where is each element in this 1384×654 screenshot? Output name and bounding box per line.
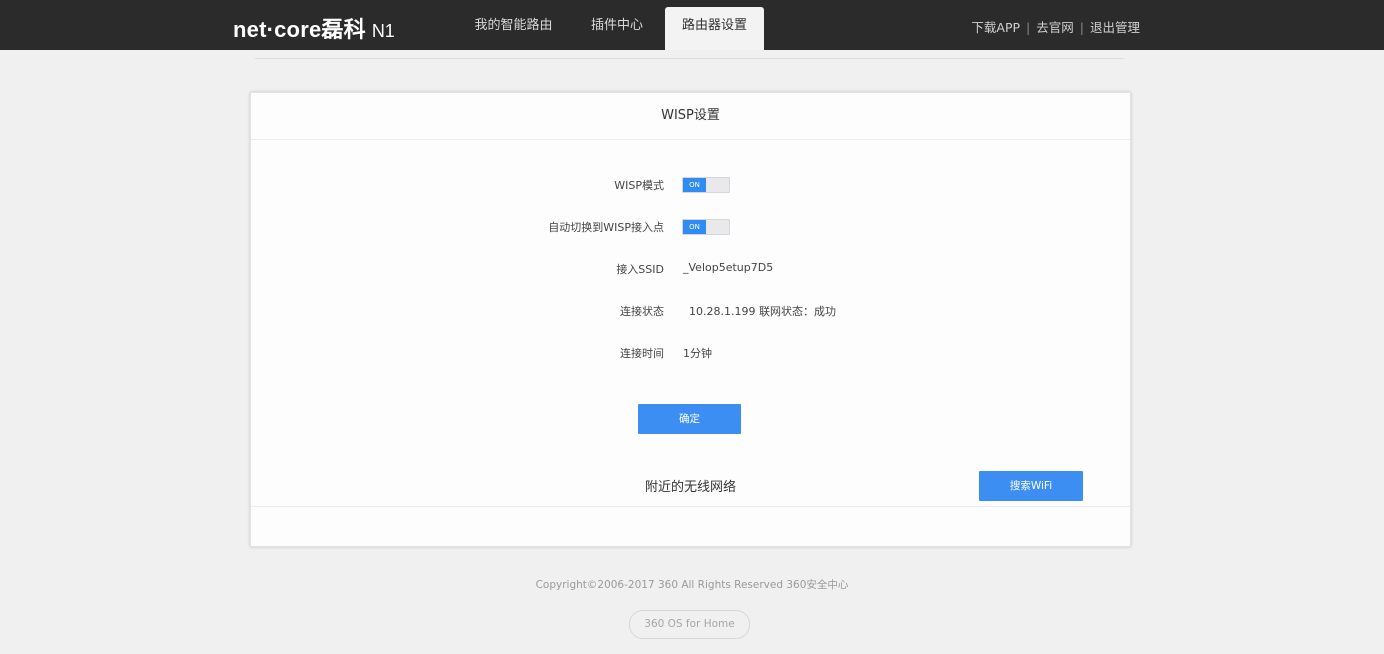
connection-status-label: 连接状态 — [620, 305, 664, 318]
search-wifi-button[interactable]: 搜索WiFi — [979, 471, 1083, 501]
confirm-button[interactable]: 确定 — [638, 404, 741, 434]
connection-time-value: 1分钟 — [683, 347, 712, 360]
wisp-settings-card: WISP设置 WISP模式 ON 自动切换到WISP接入点 ON 接入SSID … — [250, 92, 1131, 547]
download-app-link[interactable]: 下载APP — [971, 20, 1020, 35]
tab-router-settings[interactable]: 路由器设置 — [665, 7, 764, 50]
ssid-label: 接入SSID — [616, 263, 664, 276]
link-separator: | — [1026, 20, 1031, 35]
logout-link[interactable]: 退出管理 — [1090, 20, 1140, 35]
auto-switch-wisp-toggle[interactable]: ON — [682, 219, 730, 235]
netcore-logo[interactable]: net·core磊科 N1 — [233, 12, 395, 42]
logo-brand-text: net·core磊科 — [233, 17, 366, 42]
wisp-mode-toggle[interactable]: ON — [682, 177, 730, 193]
ssid-value: _Velop5etup7D5 — [683, 261, 774, 274]
top-links: 下载APP | 去官网 | 退出管理 — [971, 17, 1140, 36]
wisp-settings-title: WISP设置 — [251, 93, 1130, 140]
content-top-divider — [255, 58, 1124, 59]
os-for-home-badge[interactable]: 360 OS for Home — [629, 610, 750, 639]
auto-switch-wisp-label: 自动切换到WISP接入点 — [548, 221, 664, 234]
copyright-footer: Copyright©2006-2017 360 All Rights Reser… — [535, 579, 849, 591]
tab-my-smart-router[interactable]: 我的智能路由 — [463, 7, 564, 50]
connection-time-label: 连接时间 — [620, 347, 664, 360]
toggle-on-knob: ON — [683, 220, 706, 234]
nearby-networks-divider — [251, 506, 1130, 507]
tab-plugin-center[interactable]: 插件中心 — [580, 7, 654, 50]
wisp-mode-label: WISP模式 — [614, 179, 664, 192]
official-site-link[interactable]: 去官网 — [1036, 20, 1074, 35]
logo-model-text: N1 — [371, 21, 395, 41]
top-navigation-bar: net·core磊科 N1 我的智能路由 插件中心 路由器设置 下载APP | 去官… — [0, 0, 1384, 50]
link-separator: | — [1079, 20, 1084, 35]
connection-status-value: 10.28.1.199 联网状态：成功 — [689, 305, 836, 318]
toggle-on-knob: ON — [683, 178, 706, 192]
